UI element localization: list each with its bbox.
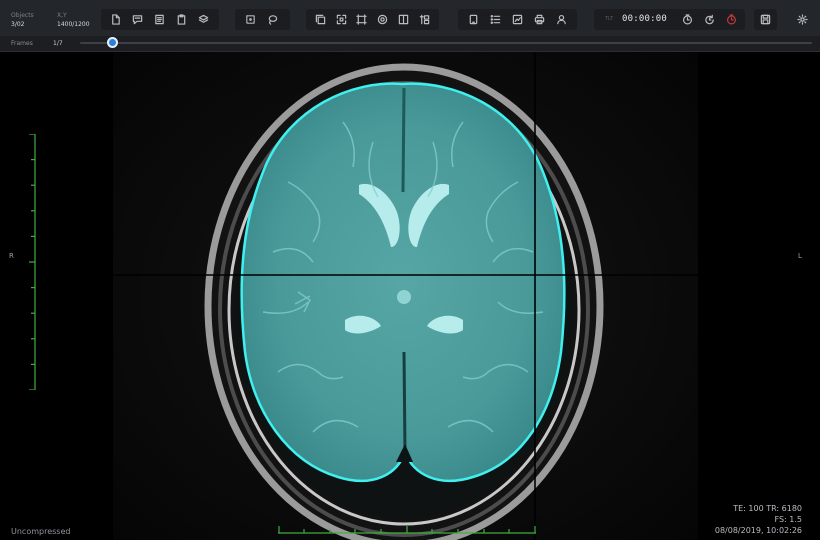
meta-datetime: 08/08/2019, 10:02:26 [714, 526, 802, 535]
orientation-right: L [798, 252, 802, 260]
user-icon [557, 14, 566, 25]
save-icon [760, 14, 771, 25]
refresh-timer-icon [705, 14, 714, 25]
copy-button[interactable] [314, 13, 327, 26]
xy-label: X,Y [57, 12, 67, 19]
print-button[interactable] [533, 13, 546, 26]
target-button[interactable] [376, 13, 389, 26]
gear-icon [797, 14, 808, 25]
checklist-button[interactable] [489, 13, 502, 26]
new-file-button[interactable] [109, 13, 122, 26]
xy-info: X,Y 1400/1200 [57, 11, 90, 29]
lasso-button[interactable] [266, 13, 279, 26]
select-box-button[interactable] [244, 13, 257, 26]
lasso-icon [268, 15, 278, 25]
list-doc-icon [155, 14, 164, 25]
layers-icon [198, 14, 209, 23]
copy-icon [315, 14, 326, 25]
vertical-ruler [29, 134, 36, 390]
compression-status: Uncompressed [11, 527, 71, 536]
xy-value: 1400/1200 [57, 21, 90, 28]
selection-tools-group [235, 9, 290, 30]
save-group [754, 9, 777, 30]
chart-button[interactable] [511, 13, 524, 26]
crop-icon [356, 14, 367, 25]
clipboard-icon [177, 14, 186, 25]
layers-button[interactable] [197, 13, 210, 26]
horizontal-ruler [278, 526, 536, 534]
meta-te-tr: TE: 100 TR: 6180 [733, 504, 802, 513]
objects-value: 3/02 [11, 21, 25, 28]
view-tools-group [306, 9, 439, 30]
transform-button[interactable] [418, 13, 431, 26]
transform-icon [419, 14, 430, 25]
comment-icon [132, 15, 143, 25]
orientation-left: R [9, 252, 14, 260]
mri-image[interactable] [113, 52, 698, 540]
clipboard-button[interactable] [175, 13, 188, 26]
refresh-timer-button[interactable] [703, 13, 716, 26]
frames-count: 1/7 [53, 40, 63, 47]
checklist-icon [490, 15, 501, 24]
record-timer-button[interactable] [725, 13, 738, 26]
objects-info: Objects 3/02 [11, 11, 34, 29]
frames-label: Frames [11, 40, 33, 47]
target-icon [377, 14, 388, 25]
split-view-button[interactable] [397, 13, 410, 26]
expand-icon [336, 14, 347, 25]
report-tools-group [458, 9, 577, 30]
image-metadata: TE: 100 TR: 6180 FS: 1.5 08/08/2019, 10:… [715, 503, 802, 536]
annotation-tools-group [101, 9, 219, 30]
chart-icon [512, 14, 523, 25]
list-doc-button[interactable] [153, 13, 166, 26]
image-viewport[interactable]: R L Uncompressed TE: 100 TR: 6180 FS: 1.… [0, 52, 820, 540]
split-icon [398, 14, 409, 25]
tablet-button[interactable] [467, 13, 480, 26]
objects-label: Objects [11, 12, 34, 19]
new-file-icon [112, 14, 120, 25]
crop-button[interactable] [355, 13, 368, 26]
meta-fs: FS: 1.5 [774, 515, 803, 524]
save-button[interactable] [759, 13, 772, 26]
clock-icon [682, 14, 693, 25]
timer-group: TLT 00:00:00 [594, 9, 745, 30]
frames-slider-handle[interactable] [107, 37, 118, 48]
select-box-icon [246, 15, 255, 24]
print-icon [534, 14, 545, 25]
timer-display: 00:00:00 [622, 14, 667, 24]
timer-label: TLT [605, 16, 614, 22]
settings-button[interactable] [796, 13, 809, 26]
expand-button[interactable] [335, 13, 348, 26]
top-toolbar: Objects 3/02 X,Y 1400/1200 TLT 00:00:00 [0, 0, 820, 36]
frames-slider-track[interactable] [80, 42, 812, 44]
tablet-icon [469, 14, 478, 25]
clock-button[interactable] [681, 13, 694, 26]
user-button[interactable] [555, 13, 568, 26]
frames-bar: Frames 1/7 [0, 36, 820, 52]
comment-button[interactable] [131, 13, 144, 26]
record-timer-icon [726, 14, 737, 25]
